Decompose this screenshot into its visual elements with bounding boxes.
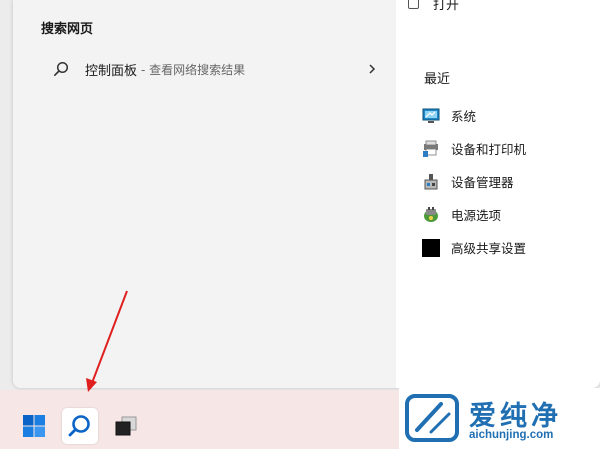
windows-logo-icon <box>23 415 45 437</box>
watermark: 爱纯净 aichunjing.com <box>399 388 600 449</box>
watermark-logo-icon <box>405 394 459 442</box>
task-view-button[interactable] <box>108 408 144 444</box>
details-pane: 打开 最近 系统 设备和打印机 设备管理器 电源选项 高级共享设置 <box>396 0 600 388</box>
result-suffix: - 查看网络搜索结果 <box>141 62 246 77</box>
search-button[interactable] <box>62 408 98 444</box>
devices-printers-icon <box>423 140 438 157</box>
recent-item-label: 电源选项 <box>451 208 502 223</box>
system-icon <box>422 108 440 123</box>
advanced-sharing-icon <box>422 238 440 257</box>
search-results-pane: 搜索网页 控制面板 - 查看网络搜索结果 <box>13 0 396 388</box>
recent-item-label: 系统 <box>451 109 477 124</box>
device-manager-icon <box>424 173 438 189</box>
recent-item-devices-printers[interactable]: 设备和打印机 <box>422 137 526 160</box>
watermark-brand-en: aichunjing.com <box>469 429 554 441</box>
recent-title: 最近 <box>424 72 451 87</box>
start-button[interactable] <box>16 408 52 444</box>
open-icon <box>408 0 419 9</box>
recent-item-label: 高级共享设置 <box>451 241 527 256</box>
watermark-brand-cn: 爱纯净 <box>469 401 562 432</box>
section-title-search-web: 搜索网页 <box>41 22 94 37</box>
search-icon <box>68 415 90 437</box>
chevron-right-icon[interactable] <box>367 62 377 76</box>
recent-item-advanced-sharing[interactable]: 高级共享设置 <box>422 236 526 259</box>
search-web-result[interactable]: 控制面板 - 查看网络搜索结果 <box>41 54 381 84</box>
recent-item-label: 设备管理器 <box>451 175 514 190</box>
result-query: 控制面板 <box>85 63 138 79</box>
recent-list: 系统 设备和打印机 设备管理器 电源选项 高级共享设置 <box>422 104 526 269</box>
recent-item-system[interactable]: 系统 <box>422 104 526 127</box>
open-label: 打开 <box>433 0 460 13</box>
task-view-icon <box>115 416 137 436</box>
search-icon <box>53 61 69 76</box>
recent-item-power-options[interactable]: 电源选项 <box>422 203 526 226</box>
open-action[interactable]: 打开 <box>408 0 459 13</box>
recent-item-label: 设备和打印机 <box>451 142 527 157</box>
search-panel: 搜索网页 控制面板 - 查看网络搜索结果 打开 最近 系统 设备和打印机 设备管… <box>13 0 600 388</box>
power-options-icon <box>424 206 438 222</box>
recent-item-device-manager[interactable]: 设备管理器 <box>422 170 526 193</box>
